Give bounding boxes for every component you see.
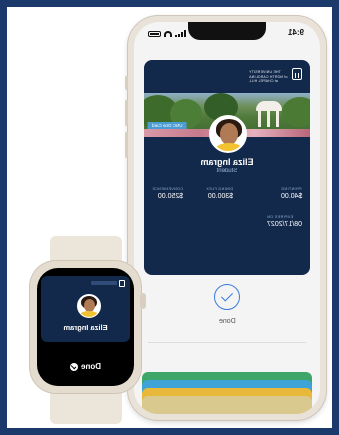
- checkmark-icon[interactable]: [214, 284, 240, 310]
- card-name-label: UNC One Card: [148, 122, 187, 129]
- status-bar: 9:41: [134, 28, 320, 40]
- expiration: EXPIRES ON 08/17/2027: [267, 215, 302, 228]
- phone-volume-button: [125, 132, 128, 158]
- old-well-logo-icon: [292, 68, 302, 80]
- university-wordmark: [91, 281, 117, 285]
- watch-done-button[interactable]: Done: [37, 362, 134, 371]
- divider: [148, 342, 306, 343]
- signal-icon: [175, 30, 186, 37]
- holder-photo: [77, 294, 101, 318]
- field-value: $250.00: [157, 193, 184, 200]
- checkmark-icon: [70, 362, 78, 371]
- expires-label: EXPIRES ON: [266, 215, 294, 219]
- holder-photo: [209, 115, 247, 153]
- iphone-device: 9:41 THE UNIVERSITY of NORTH CAROLINA at…: [125, 16, 326, 420]
- wallet-card-stack[interactable]: [142, 372, 312, 414]
- field-convenience: CONVENIENCE $250.00: [152, 187, 183, 200]
- wallet-card[interactable]: [142, 396, 312, 414]
- apple-watch-device: Eliza Ingram Done: [30, 261, 146, 393]
- done-control[interactable]: Done: [134, 284, 320, 328]
- battery-icon: [148, 30, 161, 37]
- watch-card-pass[interactable]: Eliza Ingram: [41, 276, 130, 342]
- holder-role: Student: [216, 168, 238, 174]
- field-label: PRINTING: [280, 187, 302, 191]
- promo-frame: 9:41 THE UNIVERSITY of NORTH CAROLINA at…: [7, 7, 332, 428]
- watch-screen: Eliza Ingram Done: [37, 268, 134, 386]
- field-dining-flex: DINING FLEX $300.00: [206, 187, 233, 200]
- phone-side-button: [125, 76, 128, 90]
- done-label: Done: [81, 362, 101, 371]
- holder-name: Eliza Ingram: [200, 157, 254, 167]
- phone-volume-button: [125, 100, 128, 126]
- field-value: $40.00: [280, 193, 302, 200]
- field-label: CONVENIENCE: [152, 187, 184, 191]
- status-time: 9:41: [287, 28, 304, 37]
- balance-fields: CONVENIENCE $250.00 DINING FLEX $300.00 …: [152, 187, 302, 211]
- wordmark-line: at CHAPEL HILL: [249, 79, 279, 83]
- done-label: Done: [218, 318, 236, 325]
- field-label: DINING FLEX: [206, 187, 234, 191]
- university-wordmark: THE UNIVERSITY of NORTH CAROLINA at CHAP…: [249, 70, 288, 84]
- holder-name: Eliza Ingram: [63, 323, 108, 332]
- expires-value: 08/17/2027: [266, 221, 302, 228]
- old-well-image: [256, 101, 282, 127]
- phone-screen: 9:41 THE UNIVERSITY of NORTH CAROLINA at…: [134, 22, 320, 414]
- old-well-logo-icon: [119, 280, 125, 287]
- unc-one-card-pass[interactable]: THE UNIVERSITY of NORTH CAROLINA at CHAP…: [144, 60, 310, 275]
- watch-crown: [140, 293, 146, 309]
- field-printing: PRINTING $40.00: [281, 187, 302, 200]
- wifi-icon: [164, 30, 172, 37]
- field-value: $300.00: [207, 193, 234, 200]
